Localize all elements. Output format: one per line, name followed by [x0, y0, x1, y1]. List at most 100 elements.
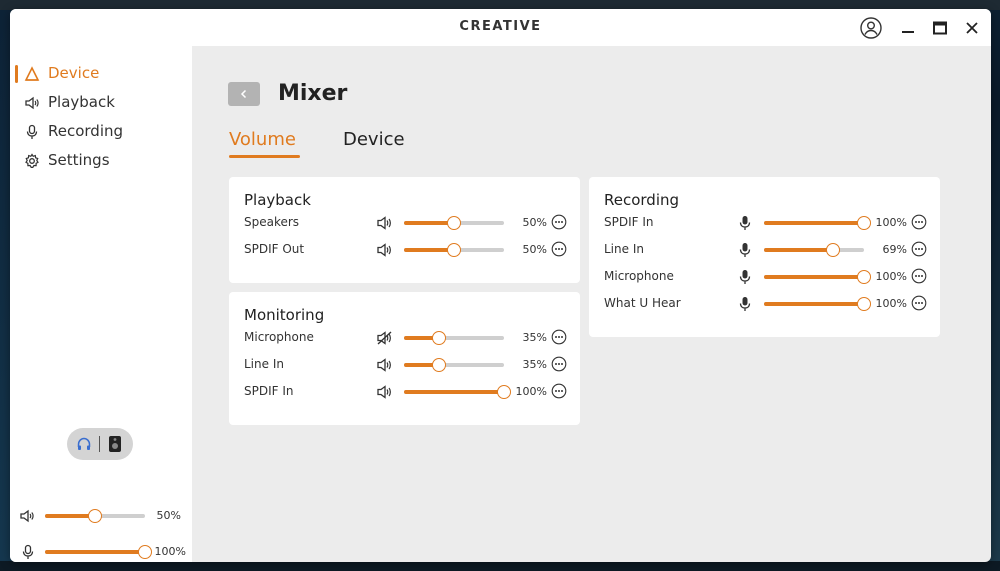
slider-fill [764, 221, 864, 225]
spdif-in-slider[interactable] [404, 385, 511, 399]
microphone-slider[interactable] [764, 270, 871, 284]
master-volume-slider[interactable] [45, 509, 145, 523]
slider-knob[interactable] [88, 509, 102, 523]
channel-value: 100% [875, 270, 907, 283]
master-mic-slider[interactable] [45, 545, 152, 559]
app-logo: CREATIVE [459, 19, 542, 34]
tab-volume[interactable]: Volume [229, 129, 296, 150]
microphone-icon[interactable] [736, 269, 754, 285]
device-icon [24, 66, 40, 81]
slider-fill [764, 302, 864, 306]
playback-card: Playback Speakers 50% SPDIF Out 50% [229, 177, 580, 283]
microphone-slider[interactable] [404, 331, 504, 345]
headphones-icon [77, 437, 91, 450]
sidebar: Device Playback Recording Settings 50% 1… [10, 46, 192, 562]
toggle-divider [99, 436, 100, 452]
microphone-icon[interactable] [736, 296, 754, 312]
channel-row-speakers: Speakers 50% [229, 213, 581, 233]
slider-knob[interactable] [432, 331, 446, 345]
chevron-left-icon [240, 89, 247, 99]
monitoring-card: Monitoring Microphone 35% Line In 35% SPDI… [229, 292, 580, 425]
channel-name: SPDIF In [244, 384, 294, 398]
account-button[interactable] [858, 15, 884, 41]
channel-value: 100% [875, 216, 907, 229]
channel-row-spdif-out: SPDIF Out 50% [229, 240, 581, 260]
more-icon [911, 295, 927, 315]
more-options-button[interactable] [551, 329, 567, 345]
card-title: Playback [244, 191, 311, 209]
slider-knob[interactable] [497, 385, 511, 399]
more-icon [911, 241, 927, 261]
channel-value: 50% [522, 216, 547, 229]
maximize-button[interactable] [927, 15, 953, 41]
more-options-button[interactable] [911, 295, 927, 311]
channel-name: Microphone [604, 269, 674, 283]
speaker-box-icon [109, 436, 121, 452]
minimize-button[interactable] [895, 15, 921, 41]
channel-value: 35% [522, 358, 547, 371]
sidebar-item-label: Recording [48, 122, 124, 140]
master-mic-row: 100% [10, 542, 192, 562]
recording-card: Recording SPDIF In 100% Line In 69% Microp… [589, 177, 940, 337]
microphone-icon[interactable] [736, 215, 754, 231]
sidebar-item-playback[interactable]: Playback [10, 90, 192, 116]
close-button[interactable] [959, 15, 985, 41]
more-icon [551, 329, 567, 349]
more-options-button[interactable] [551, 241, 567, 257]
speaker-muted-icon[interactable] [376, 330, 394, 346]
slider-knob[interactable] [857, 297, 871, 311]
background-desktop-strip [0, 561, 1000, 571]
more-icon [551, 214, 567, 234]
microphone-icon[interactable] [736, 242, 754, 258]
line-in-slider[interactable] [764, 243, 864, 257]
back-button[interactable] [228, 82, 260, 106]
speakers-slider[interactable] [404, 216, 504, 230]
channel-row-what-u-hear: What U Hear 100% [589, 294, 941, 314]
spdif-out-slider[interactable] [404, 243, 504, 257]
more-options-button[interactable] [911, 268, 927, 284]
speaker-icon[interactable] [376, 242, 394, 258]
more-options-button[interactable] [551, 214, 567, 230]
line-in-slider[interactable] [404, 358, 504, 372]
card-title: Monitoring [244, 306, 325, 324]
channel-name: Line In [604, 242, 644, 256]
minimize-icon [902, 31, 914, 33]
speaker-icon[interactable] [376, 215, 394, 231]
slider-fill [764, 275, 864, 279]
slider-knob[interactable] [857, 216, 871, 230]
channel-name: SPDIF In [604, 215, 654, 229]
speaker-icon[interactable] [376, 384, 394, 400]
channel-value: 69% [882, 243, 907, 256]
sidebar-item-settings[interactable]: Settings [10, 148, 192, 174]
tab-device[interactable]: Device [343, 129, 405, 150]
more-icon [911, 214, 927, 234]
microphone-icon [22, 544, 34, 559]
channel-row-line-in: Line In 69% [589, 240, 941, 260]
output-device-toggle[interactable] [67, 428, 133, 460]
slider-knob[interactable] [826, 243, 840, 257]
more-options-button[interactable] [551, 356, 567, 372]
master-volume-row: 50% [10, 506, 192, 526]
slider-knob[interactable] [432, 358, 446, 372]
spdif-in-slider[interactable] [764, 216, 871, 230]
speaker-icon [20, 509, 34, 523]
master-volume-value: 50% [156, 509, 181, 522]
channel-name: Microphone [244, 330, 314, 344]
master-mic-value: 100% [154, 545, 186, 558]
page-title: Mixer [278, 81, 348, 106]
slider-knob[interactable] [447, 216, 461, 230]
app-window: CREATIVE Device Playback Recording Setti… [10, 9, 991, 562]
more-options-button[interactable] [911, 214, 927, 230]
channel-name: Line In [244, 357, 284, 371]
sidebar-item-recording[interactable]: Recording [10, 119, 192, 145]
speaker-icon[interactable] [376, 357, 394, 373]
slider-knob[interactable] [857, 270, 871, 284]
slider-knob[interactable] [447, 243, 461, 257]
sidebar-item-device[interactable]: Device [10, 61, 192, 87]
channel-value: 35% [522, 331, 547, 344]
what-u-hear-slider[interactable] [764, 297, 871, 311]
active-indicator [15, 65, 18, 83]
more-options-button[interactable] [551, 383, 567, 399]
sidebar-item-label: Playback [48, 93, 115, 111]
more-options-button[interactable] [911, 241, 927, 257]
